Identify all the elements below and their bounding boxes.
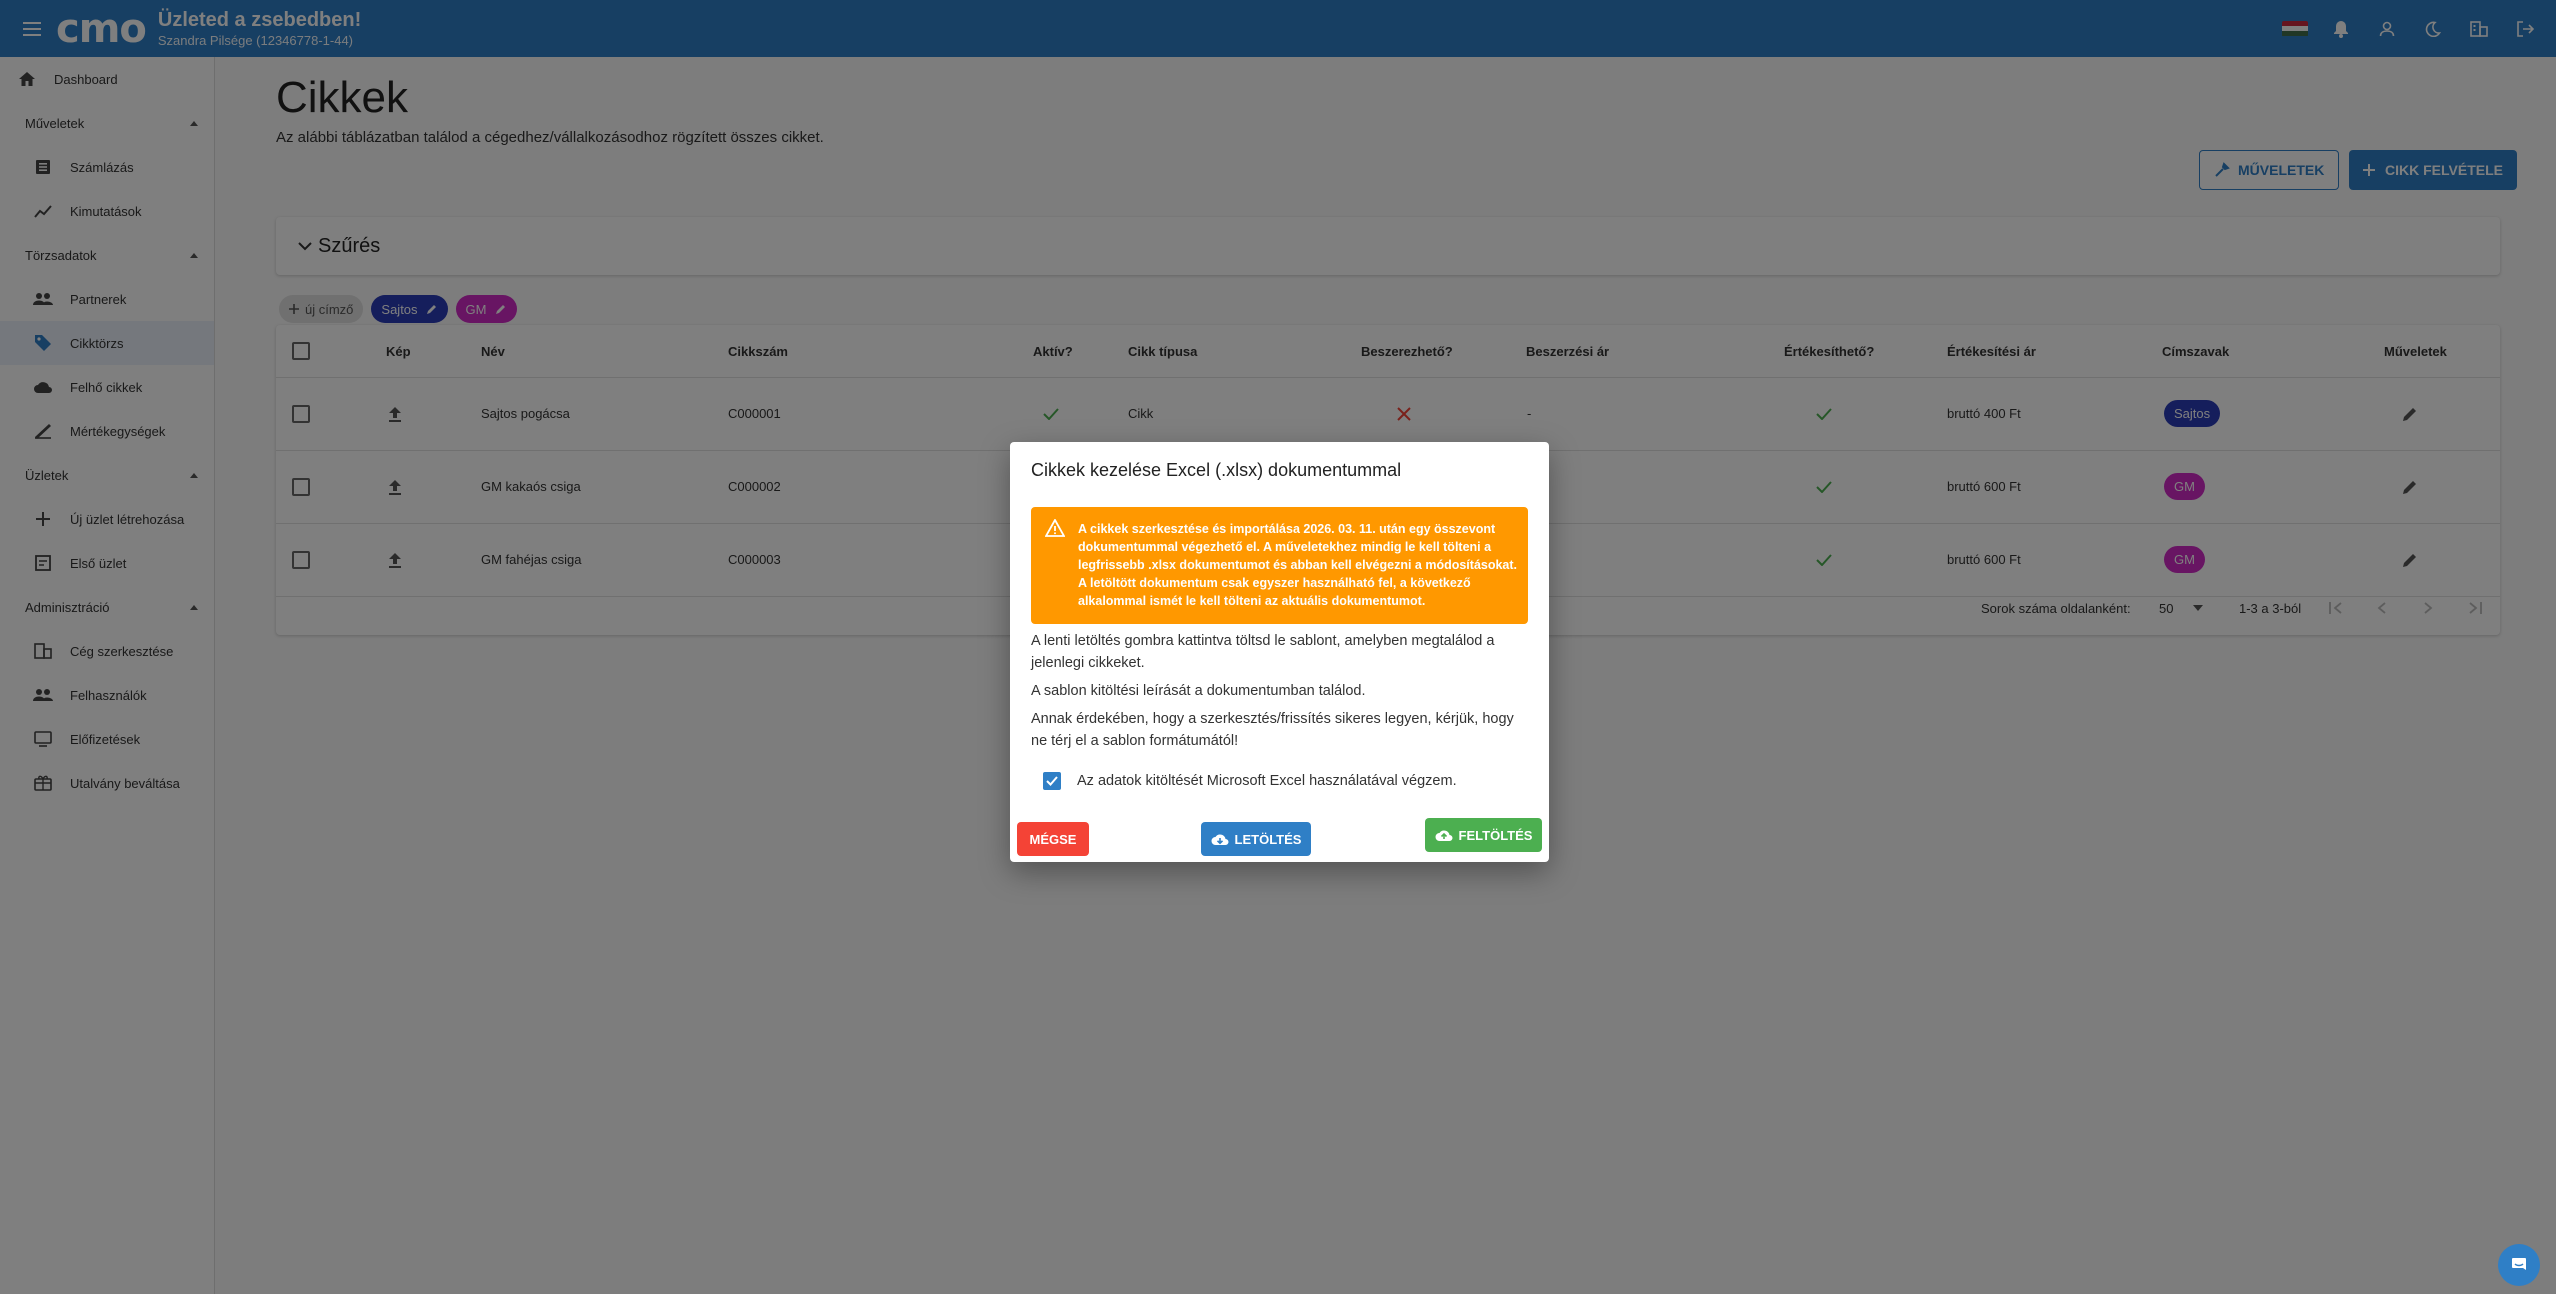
dialog-paragraph-instructions: A sablon kitöltési leírását a dokumentum… (1031, 683, 1366, 699)
upload-button[interactable]: FELTÖLTÉS (1425, 818, 1542, 852)
dialog-paragraph-download: A lenti letöltés gombra kattintva töltsd… (1031, 633, 1495, 671)
excel-checkbox[interactable] (1043, 772, 1061, 790)
excel-checkbox-row[interactable]: Az adatok kitöltését Microsoft Excel has… (1043, 772, 1457, 790)
cloud-upload-icon (1435, 830, 1453, 841)
upload-button-label: FELTÖLTÉS (1458, 827, 1533, 843)
download-button[interactable]: LETÖLTÉS (1201, 822, 1311, 856)
warning-alert: A cikkek szerkesztése és importálása 202… (1031, 507, 1528, 624)
excel-checkbox-label: Az adatok kitöltését Microsoft Excel has… (1077, 773, 1457, 789)
warning-icon (1045, 519, 1065, 537)
warning-text: A cikkek szerkesztése és importálása 202… (1078, 522, 1518, 608)
excel-import-dialog: Cikkek kezelése Excel (.xlsx) dokumentum… (1010, 442, 1549, 862)
chat-launcher-icon[interactable] (2498, 1244, 2540, 1286)
dialog-title: Cikkek kezelése Excel (.xlsx) dokumentum… (1031, 460, 1402, 480)
cancel-button[interactable]: MÉGSE (1017, 822, 1089, 856)
checkmark-icon (1046, 776, 1058, 786)
cloud-download-icon (1211, 834, 1229, 845)
download-button-label: LETÖLTÉS (1234, 831, 1302, 847)
dialog-paragraph-format: Annak érdekében, hogy a szerkesztés/fris… (1031, 711, 1514, 749)
